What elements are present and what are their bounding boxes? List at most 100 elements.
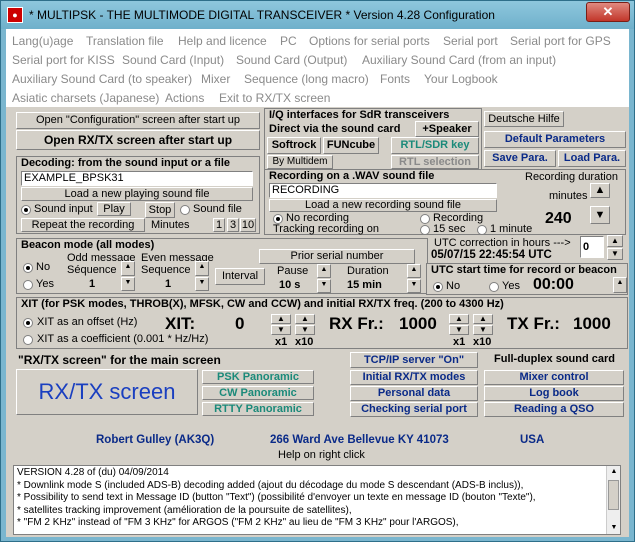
load-recording-file-button[interactable]: Load a new recording sound file	[269, 199, 497, 212]
rx-x1-down-button[interactable]: ▼	[449, 325, 469, 335]
menu-asiatic-charsets[interactable]: Asiatic charsets (Japanese)	[12, 91, 159, 105]
multidem-button[interactable]: By Multidem	[267, 155, 333, 169]
duration-down-button[interactable]: ▼	[590, 206, 610, 224]
scroll-up-icon[interactable]: ▲	[607, 466, 620, 478]
utc-start-no-radio[interactable]	[433, 282, 443, 292]
xit-value: 0	[235, 314, 245, 333]
play-button[interactable]: Play	[97, 202, 131, 216]
psk-panoramic-button[interactable]: PSK Panoramic	[202, 370, 314, 384]
sequence2-up-button[interactable]: ▲	[195, 261, 209, 276]
beacon-no-radio[interactable]	[23, 263, 33, 273]
menu-serial-gps[interactable]: Serial port for GPS	[510, 34, 611, 48]
sound-file-label: Sound file	[193, 203, 242, 215]
menu-logbook[interactable]: Your Logbook	[424, 72, 498, 86]
save-parameters-button[interactable]: Save Para.	[484, 150, 556, 167]
version-log[interactable]: VERSION 4.28 of (du) 04/09/2014 * Downli…	[13, 465, 621, 535]
reading-qso-button[interactable]: Reading a QSO	[484, 402, 624, 417]
interval-button[interactable]: Interval	[215, 268, 265, 285]
menu-fonts[interactable]: Fonts	[380, 72, 410, 86]
minutes-10-button[interactable]: 10	[240, 218, 256, 232]
menu-options-serial[interactable]: Options for serial ports	[309, 34, 430, 48]
pause-up-button[interactable]: ▲	[317, 264, 331, 278]
decoding-file-field[interactable]: EXAMPLE_BPSK31	[21, 171, 253, 186]
menu-translation-file[interactable]: Translation file	[86, 34, 164, 48]
menu-aux-soundcard-speaker[interactable]: Auxiliary Sound Card (to speaker)	[12, 72, 192, 86]
utc-down-button[interactable]: ▼	[607, 248, 623, 260]
rec-15sec-label: 15 sec	[433, 223, 466, 235]
menu-soundcard-output[interactable]: Sound Card (Output)	[236, 53, 347, 67]
menu-serial-kiss[interactable]: Serial port for KISS	[12, 53, 115, 67]
open-config-startup-button[interactable]: Open "Configuration" screen after start …	[16, 112, 260, 129]
beacon-duration-up-button[interactable]: ▲	[407, 264, 421, 278]
xit-coef-radio[interactable]	[23, 335, 33, 345]
checking-serial-button[interactable]: Checking serial port	[350, 402, 478, 417]
rx-x10-down-button[interactable]: ▼	[473, 325, 493, 335]
funcube-button[interactable]: FUNcube	[323, 137, 379, 154]
rx-x10-up-button[interactable]: ▲	[473, 314, 493, 324]
utc-correction-field[interactable]: 0	[580, 236, 604, 258]
rtl-selection-button[interactable]: RTL selection	[391, 155, 479, 169]
deutsche-hilfe-button[interactable]: Deutsche Hilfe	[484, 111, 564, 127]
xit-offset-radio[interactable]	[23, 318, 33, 328]
beacon-yes-radio[interactable]	[23, 280, 33, 290]
utc-time-spin[interactable]: ▲	[613, 277, 627, 293]
minutes-3-button[interactable]: 3	[227, 218, 239, 232]
mixer-control-button[interactable]: Mixer control	[484, 370, 624, 385]
rtty-panoramic-button[interactable]: RTTY Panoramic	[202, 402, 314, 416]
log-scrollbar[interactable]: ▲ ▼	[606, 466, 620, 534]
speaker-button[interactable]: +Speaker	[415, 121, 479, 137]
sound-input-radio[interactable]	[21, 205, 31, 215]
xit-x1-down-button[interactable]: ▼	[271, 325, 291, 335]
xit-x10-up-button[interactable]: ▲	[295, 314, 315, 324]
open-rxtx-startup-button[interactable]: Open RX/TX screen after start up	[16, 130, 260, 150]
menu-pc[interactable]: PC	[280, 34, 297, 48]
close-button[interactable]: ✕	[586, 2, 630, 22]
pause-down-button[interactable]: ▼	[317, 279, 331, 293]
cw-panoramic-button[interactable]: CW Panoramic	[202, 386, 314, 400]
repeat-recording-button[interactable]: Repeat the recording	[21, 218, 145, 232]
utc-start-yes-radio[interactable]	[489, 282, 499, 292]
xit-x1-up-button[interactable]: ▲	[271, 314, 291, 324]
scroll-down-icon[interactable]: ▼	[607, 522, 620, 534]
stop-button[interactable]: Stop	[145, 202, 175, 218]
softrock-button[interactable]: Softrock	[267, 137, 321, 154]
rec-15sec-radio[interactable]	[420, 225, 430, 235]
log-book-button[interactable]: Log book	[484, 386, 624, 401]
initial-modes-button[interactable]: Initial RX/TX modes	[350, 370, 478, 385]
personal-data-button[interactable]: Personal data	[350, 386, 478, 401]
menu-serial-port[interactable]: Serial port	[443, 34, 498, 48]
beacon-duration-value: 15 min	[347, 279, 382, 291]
menu-soundcard-input[interactable]: Sound Card (Input)	[122, 53, 224, 67]
menu-aux-soundcard-input[interactable]: Auxiliary Sound Card (from an input)	[362, 53, 556, 67]
minutes-1-button[interactable]: 1	[213, 218, 225, 232]
title-bar[interactable]: ● * MULTIPSK - THE MULTIMODE DIGITAL TRA…	[1, 1, 634, 29]
rtl-sdr-button[interactable]: RTL/SDR key	[391, 137, 479, 154]
menu-exit-rxtx[interactable]: Exit to RX/TX screen	[219, 91, 330, 105]
menu-sequence[interactable]: Sequence (long macro)	[244, 72, 369, 86]
recording-radio[interactable]	[420, 214, 430, 224]
rx-x1-up-button[interactable]: ▲	[449, 314, 469, 324]
sequence1-up-button[interactable]: ▲	[121, 261, 135, 276]
xit-x10-down-button[interactable]: ▼	[295, 325, 315, 335]
utc-start-time: 00:00	[533, 276, 574, 293]
rec-1min-radio[interactable]	[477, 225, 487, 235]
sequence2-down-button[interactable]: ▼	[195, 277, 209, 291]
menu-actions[interactable]: Actions	[165, 91, 204, 105]
scroll-thumb[interactable]	[608, 480, 619, 510]
recording-file-field[interactable]: RECORDING	[269, 183, 497, 198]
load-playing-file-button[interactable]: Load a new playing sound file	[21, 187, 253, 201]
menu-mixer[interactable]: Mixer	[201, 72, 230, 86]
utc-up-button[interactable]: ▲	[607, 235, 623, 247]
minutes-label: Minutes	[151, 219, 190, 231]
menu-help-licence[interactable]: Help and licence	[178, 34, 267, 48]
beacon-duration-down-button[interactable]: ▼	[407, 279, 421, 293]
menu-language[interactable]: Lang(u)age	[12, 34, 73, 48]
tcp-server-button[interactable]: TCP/IP server "On"	[350, 352, 478, 368]
default-parameters-button[interactable]: Default Parameters	[484, 131, 626, 148]
sound-file-radio[interactable]	[180, 205, 190, 215]
duration-up-button[interactable]: ▲	[590, 183, 610, 198]
sequence1-down-button[interactable]: ▼	[121, 277, 135, 291]
prior-serial-button[interactable]: Prior serial number	[259, 249, 415, 264]
rxtx-screen-button[interactable]: RX/TX screen	[16, 369, 198, 415]
load-parameters-button[interactable]: Load Para.	[558, 150, 626, 167]
